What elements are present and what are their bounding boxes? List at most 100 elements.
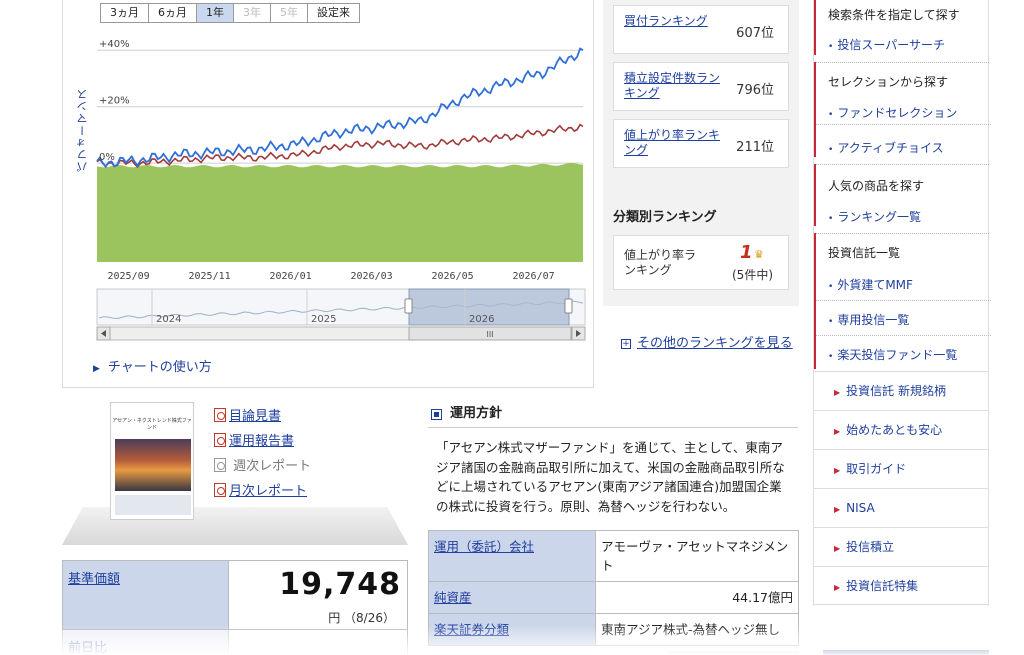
category-ranking-title: 分類別ランキング [613, 210, 717, 225]
day-change-cell [229, 630, 408, 655]
sidebar-link-after-start[interactable]: ▶ 始めたあとも安心 [814, 410, 989, 449]
thumbnail-image [115, 439, 191, 491]
sidebar-section-selection: セレクションから探す • ファンドセレクション • アクティブチョイス [814, 62, 991, 157]
more-rankings-label: その他のランキングを見る [637, 336, 793, 351]
pdf-icon [214, 458, 226, 472]
management-company-value: アモーヴァ・アセットマネジメント [595, 530, 799, 582]
sidebar-link-label: 取引ガイド [846, 462, 907, 476]
sidebar-link-label: 投資信託特集 [846, 579, 919, 593]
prospectus-thumbnail[interactable]: アセアン・ネクストレンド株式ファンド [110, 402, 194, 520]
category-value: 東南アジア株式-為替ヘッジ無し [595, 613, 799, 646]
sidebar-link-trading-guide[interactable]: ▶ 取引ガイド [814, 449, 989, 488]
arrow-right-icon: ▶ [834, 466, 841, 475]
ranking-card-accumulation: 積立設定件数ランキング 796位 [613, 62, 789, 111]
ranking-card-purchase: 買付ランキング 607位 [613, 5, 789, 54]
doc-label: 週次レポート [233, 459, 312, 474]
chart-help-link[interactable]: ▶ チャートの使い方 [93, 356, 212, 375]
sidebar-link-label: 投資信託 新規銘柄 [846, 384, 946, 398]
base-price-value: 19,748 [279, 567, 401, 602]
arrow-right-icon: ▶ [834, 427, 841, 436]
benchmark-area-series [97, 162, 583, 262]
sidebar-link-accumulation[interactable]: ▶ 投信積立 [814, 527, 989, 566]
navigator-year-label: 2024 [156, 314, 181, 325]
more-rankings-link[interactable]: + その他のランキングを見る [621, 332, 793, 351]
pdf-icon [214, 483, 226, 497]
base-price-cell: 19,748 円 （8/26） [229, 560, 408, 630]
x-tick-label: 2026/05 [432, 271, 474, 282]
sidebar-head-search: 検索条件を指定して探す [828, 8, 960, 22]
sidebar-item-rakuten-funds[interactable]: • 楽天投信ファンド一覧 [816, 346, 991, 363]
base-price-label[interactable]: 基準価額 [62, 560, 229, 630]
bottom-button-edge [823, 650, 989, 655]
y-tick-label: 0% [99, 152, 115, 163]
x-tick-label: 2025/09 [108, 271, 150, 282]
sidebar-section-popular: 人気の商品を探す • ランキング一覧 [814, 164, 989, 226]
pdf-icon [214, 408, 226, 422]
sidebar-item-label: ファンドセレクション [837, 106, 958, 120]
sidebar-link-new-funds[interactable]: ▶ 投資信託 新規銘柄 [814, 371, 989, 410]
x-tick-label: 2025/11 [189, 271, 231, 282]
arrow-right-icon: ▶ [834, 544, 841, 553]
sidebar-section-search: 検索条件を指定して探す • 投信スーパーサーチ [814, 0, 989, 55]
sidebar-item-label: 外貨建てMMF [837, 278, 913, 292]
accumulation-ranking-value: 796位 [736, 83, 774, 98]
sidebar-link-features[interactable]: ▶ 投資信託特集 [814, 566, 989, 605]
net-assets-value: 44.17億円 [595, 581, 799, 614]
table-row: 運用（委託）会社 アモーヴァ・アセットマネジメント [428, 530, 799, 582]
sidebar-item-label: ランキング一覧 [837, 210, 921, 224]
table-row: 純資産 44.17億円 [428, 581, 799, 614]
x-tick-label: 2026/07 [513, 271, 555, 282]
purchase-ranking-link[interactable]: 買付ランキング [624, 14, 724, 29]
accumulation-ranking-link[interactable]: 積立設定件数ランキング [624, 71, 724, 101]
doc-link-monthly-report[interactable]: 月次レポート [214, 480, 307, 499]
sidebar-link-label: NISA [846, 501, 875, 515]
pdf-icon [214, 433, 226, 447]
net-assets-label[interactable]: 純資産 [428, 581, 596, 614]
doc-label: 月次レポート [229, 484, 308, 499]
sidebar-item-ranking-list[interactable]: • ランキング一覧 [816, 208, 991, 225]
base-price-unit-date: 円 （8/26） [328, 611, 395, 625]
doc-link-management-report[interactable]: 運用報告書 [214, 430, 294, 449]
day-change-label[interactable]: 前日比 [62, 630, 229, 655]
fund-documents: アセアン・ネクストレンド株式ファンド 目論見書 運用報告書 週次レポート 月次レ… [62, 395, 408, 545]
thumbnail-title: アセアン・ネクストレンド株式ファンド [112, 418, 192, 431]
right-sidebar-nav: 検索条件を指定して探す • 投信スーパーサーチ セレクションから探す • ファンドセ… [813, 0, 991, 606]
plus-box-icon: + [621, 339, 631, 349]
x-tick-label: 2026/03 [351, 271, 393, 282]
navigator-left-handle[interactable] [404, 298, 413, 314]
y-tick-label: +40% [99, 39, 130, 50]
policy-title-text: 運用方針 [450, 406, 503, 421]
sidebar-head-selection: セレクションから探す [828, 75, 949, 89]
category-label[interactable]: 楽天証券分類 [428, 613, 596, 646]
sidebar-item-label: 楽天投信ファンド一覧 [837, 348, 958, 362]
chart-help-label: チャートの使い方 [107, 360, 212, 375]
navigator-year-label: 2026 [469, 314, 494, 325]
doc-weekly-report: 週次レポート [214, 455, 311, 474]
sidebar-item-label: アクティブチョイス [837, 141, 944, 155]
navigator-year-label: 2025 [311, 314, 336, 325]
ranking-column: 買付ランキング 607位 積立設定件数ランキング 796位 値上がり率ランキング… [603, 0, 799, 306]
doc-link-prospectus[interactable]: 目論見書 [214, 405, 281, 424]
navigator-right-handle[interactable] [564, 298, 573, 314]
sidebar-head-popular: 人気の商品を探す [828, 179, 925, 193]
purchase-ranking-value: 607位 [736, 26, 774, 41]
gain-ranking-link[interactable]: 値上がり率ランキング [624, 128, 724, 158]
category-ranking-label: 値上がり率ランキング [624, 248, 697, 277]
sidebar-divider [816, 124, 991, 125]
sidebar-item-foreign-mmf[interactable]: • 外貨建てMMF [816, 276, 991, 293]
sidebar-section-fund-list: 投資信託一覧 • 外貨建てMMF • 専用投信一覧 • 楽天投信ファンド一覧 [814, 233, 991, 369]
sidebar-item-fund-selection[interactable]: • ファンドセレクション [816, 104, 991, 121]
investment-policy-text: 「アセアン株式マザーファンド」を通じて、主として、東南アジア諸国の金融商品取引所… [436, 440, 785, 514]
sidebar-divider [816, 300, 991, 301]
sidebar-item-dedicated-funds[interactable]: • 専用投信一覧 [816, 311, 991, 328]
management-company-label[interactable]: 運用（委託）会社 [428, 530, 596, 582]
sidebar-link-label: 始めたあとも安心 [846, 423, 943, 437]
sidebar-item-super-search[interactable]: • 投信スーパーサーチ [816, 36, 991, 53]
sidebar-item-active-choice[interactable]: • アクティブチョイス [816, 139, 991, 156]
sidebar-link-nisa[interactable]: ▶ NISA [814, 488, 989, 527]
section-square-icon [431, 409, 442, 420]
sidebar-item-label: 投信スーパーサーチ [837, 38, 945, 52]
x-tick-label: 2026/01 [270, 271, 312, 282]
scroll-grip: III [486, 330, 493, 339]
thumbnail-footer [115, 495, 191, 515]
